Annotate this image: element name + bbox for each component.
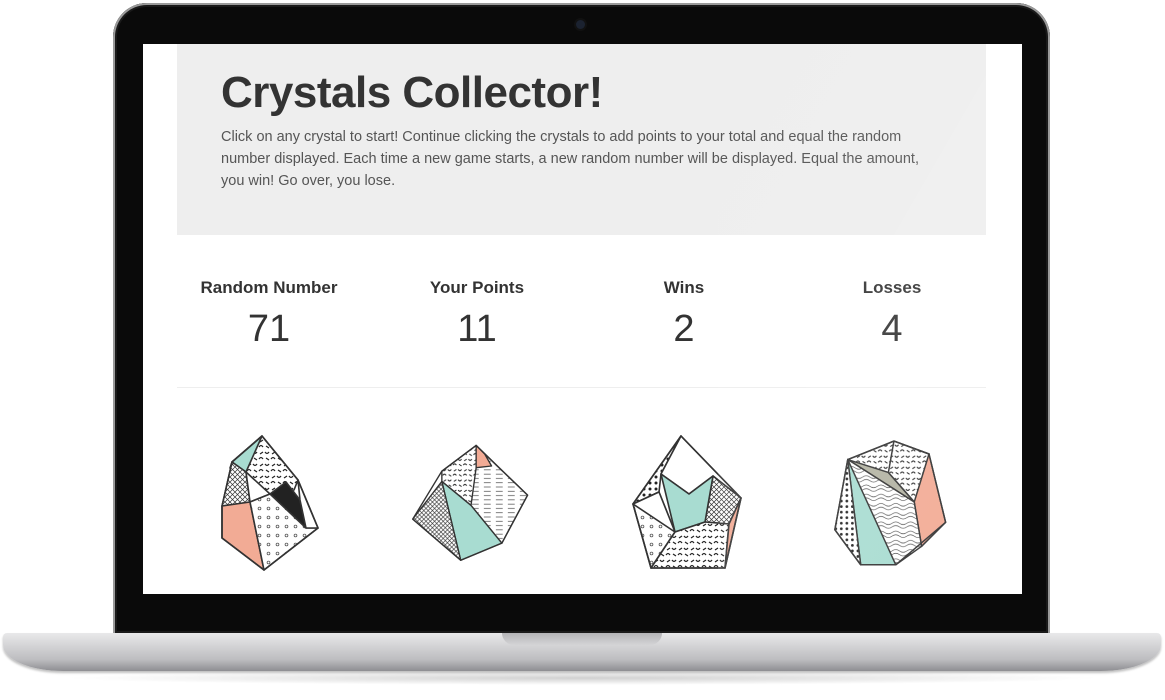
losses-label: Losses bbox=[862, 278, 922, 297]
instructions-text: Click on any crystal to start! Continue … bbox=[221, 129, 919, 189]
losses-value: 4 bbox=[881, 308, 903, 350]
crystal-3-icon bbox=[632, 435, 742, 569]
your-points-stat: Your Points 11 bbox=[377, 269, 577, 351]
laptop-shadow bbox=[60, 671, 1105, 685]
jumbotron: Crystals Collector! Click on any crystal… bbox=[177, 44, 986, 235]
wins-value: 2 bbox=[673, 308, 695, 350]
crystal-1-button[interactable] bbox=[210, 432, 330, 572]
laptop-notch bbox=[502, 633, 662, 645]
crystal-2-icon bbox=[412, 444, 529, 561]
stats-panel: Random Number 71 Your Points 11 Wins 2 L… bbox=[177, 269, 986, 388]
your-points-label: Your Points bbox=[429, 278, 525, 297]
page-title: Crystals Collector! bbox=[221, 68, 603, 117]
browser-screen: Crystals Collector! Click on any crystal… bbox=[143, 44, 1022, 594]
wins-stat: Wins 2 bbox=[584, 269, 784, 351]
your-points-value: 11 bbox=[457, 308, 497, 350]
losses-stat: Losses 4 bbox=[792, 269, 992, 351]
crystal-3-button[interactable] bbox=[629, 432, 749, 572]
crystal-4-icon bbox=[834, 440, 947, 566]
crystal-4-button[interactable] bbox=[833, 432, 953, 572]
wins-label: Wins bbox=[663, 278, 705, 297]
camera-icon bbox=[576, 20, 585, 29]
crystal-2-button[interactable] bbox=[411, 432, 531, 572]
crystal-1-icon bbox=[221, 435, 319, 571]
random-number-label: Random Number bbox=[200, 278, 338, 297]
random-number-value: 71 bbox=[247, 308, 291, 350]
random-number-stat: Random Number 71 bbox=[169, 269, 369, 351]
